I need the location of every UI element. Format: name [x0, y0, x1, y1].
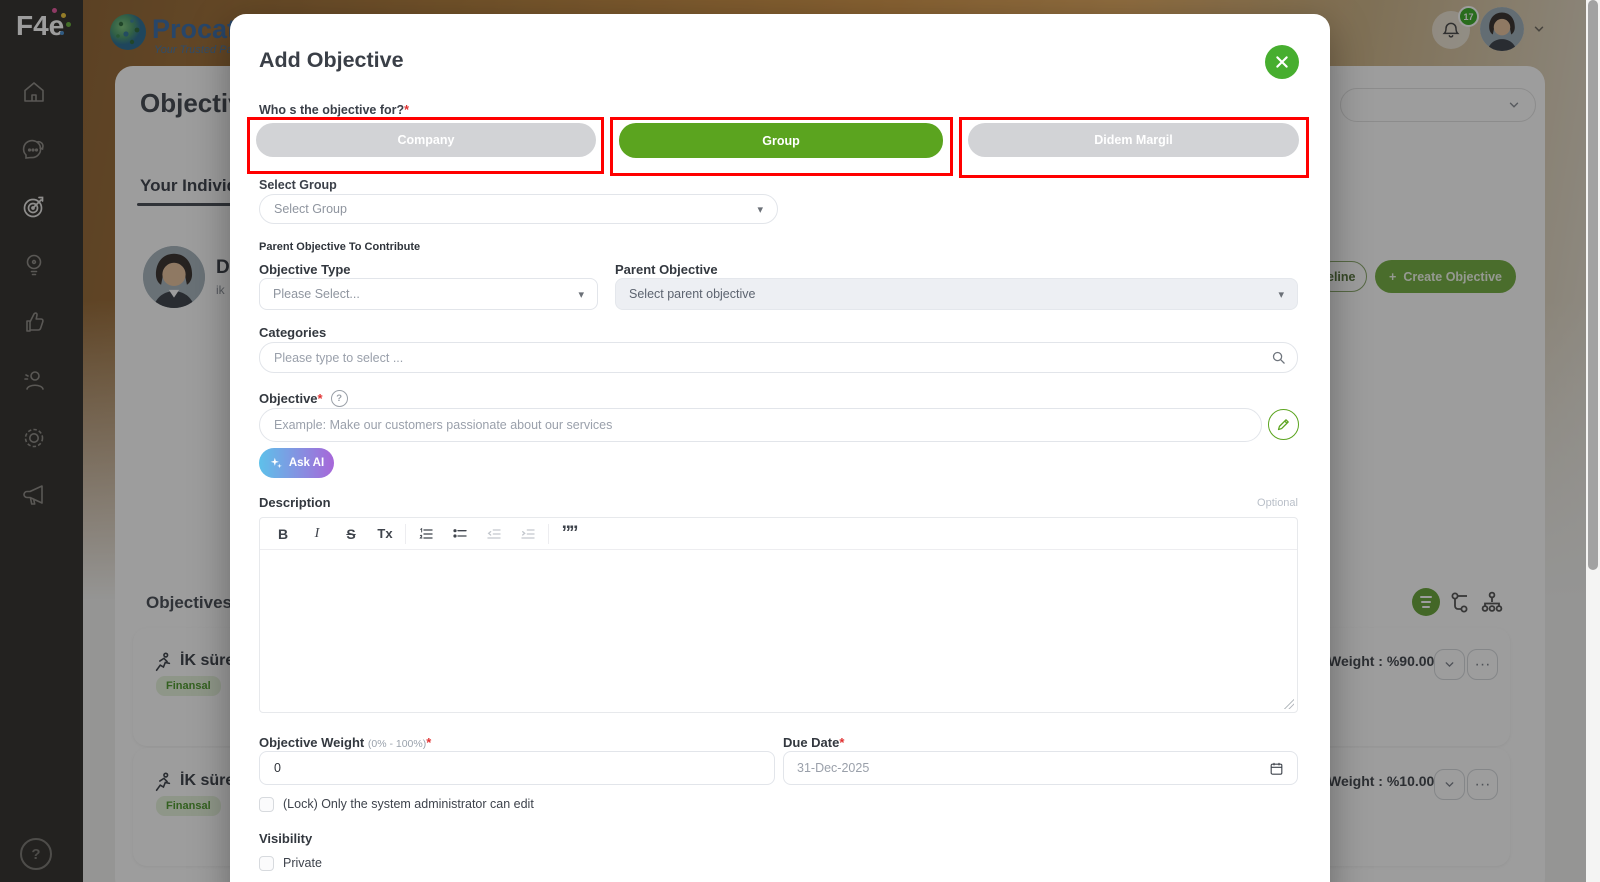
audience-group-button[interactable]: Group: [619, 123, 943, 158]
select-group-dropdown[interactable]: Select Group ▾: [259, 194, 778, 224]
pen-icon: [1276, 417, 1291, 432]
close-button[interactable]: [1265, 45, 1299, 79]
description-editor: B I S Tx: [259, 517, 1298, 713]
audience-label: Who s the objective for?*: [259, 103, 409, 117]
private-checkbox[interactable]: [259, 856, 274, 871]
clear-format-button[interactable]: Tx: [368, 518, 402, 549]
due-date-label: Due Date: [783, 735, 839, 750]
objective-type-label: Objective Type: [259, 262, 351, 277]
objective-label: Objective*: [259, 391, 323, 406]
page-scrollbar[interactable]: [1586, 0, 1600, 882]
italic-button[interactable]: I: [300, 518, 334, 549]
ordered-list-button[interactable]: [409, 518, 443, 549]
chevron-down-icon: ▾: [578, 288, 584, 301]
weight-label: Objective Weight: [259, 735, 364, 750]
visibility-label: Visibility: [259, 831, 312, 846]
modal-title: Add Objective: [259, 48, 404, 73]
scrollbar-thumb[interactable]: [1588, 0, 1598, 570]
required-asterisk: *: [426, 735, 431, 750]
indent-icon: [520, 526, 536, 542]
lock-checkbox[interactable]: [259, 797, 274, 812]
chevron-down-icon: ▾: [757, 203, 763, 216]
edit-objective-button[interactable]: [1268, 409, 1299, 440]
optional-badge: Optional: [1228, 497, 1298, 509]
objective-label-row: Objective* ?: [259, 390, 348, 407]
categories-field-wrap: [259, 342, 1298, 373]
audience-person-button[interactable]: Didem Margil: [968, 123, 1299, 157]
screen: Objectives Your Individu D ik eline + Cr…: [0, 0, 1600, 882]
close-icon: [1274, 54, 1290, 70]
ask-ai-button[interactable]: Ask AI: [259, 448, 334, 478]
toolbar-divider: [405, 524, 406, 544]
lock-checkbox-label: (Lock) Only the system administrator can…: [283, 797, 534, 811]
categories-label: Categories: [259, 325, 326, 340]
add-objective-modal: Add Objective Who s the objective for?* …: [230, 14, 1330, 882]
sparkle-icon: [269, 456, 283, 470]
select-group-placeholder: Select Group: [274, 202, 347, 216]
bold-button[interactable]: B: [266, 518, 300, 549]
editor-toolbar: B I S Tx: [260, 518, 1297, 550]
description-label: Description: [259, 495, 331, 510]
outdent-button[interactable]: [477, 518, 511, 549]
resize-handle[interactable]: [1284, 699, 1294, 709]
due-date-label-row: Due Date*: [783, 735, 844, 750]
weight-input[interactable]: [259, 751, 775, 785]
private-checkbox-label: Private: [283, 856, 322, 870]
indent-button[interactable]: [511, 518, 545, 549]
search-icon: [1271, 350, 1286, 365]
parent-objective-dropdown[interactable]: Select parent objective ▾: [615, 278, 1298, 310]
objective-type-placeholder: Please Select...: [273, 287, 360, 301]
parent-section-label: Parent Objective To Contribute: [259, 241, 420, 253]
calendar-icon: [1269, 761, 1284, 776]
bullet-list-button[interactable]: [443, 518, 477, 549]
description-textarea[interactable]: [260, 550, 1297, 713]
weight-range: (0% - 100%): [368, 738, 426, 750]
ask-ai-label: Ask AI: [289, 457, 324, 469]
parent-objective-placeholder: Select parent objective: [629, 287, 755, 301]
chevron-down-icon: ▾: [1278, 288, 1284, 301]
objective-help-icon[interactable]: ?: [331, 390, 348, 407]
audience-label-text: Who s the objective for?: [259, 103, 404, 117]
required-asterisk: *: [839, 735, 844, 750]
toolbar-divider: [548, 524, 549, 544]
objective-field-wrap: [259, 408, 1262, 442]
objective-type-dropdown[interactable]: Please Select... ▾: [259, 278, 598, 310]
ordered-list-icon: [418, 526, 434, 542]
strikethrough-button[interactable]: S: [334, 518, 368, 549]
objective-input[interactable]: [259, 408, 1262, 442]
weight-label-row: Objective Weight (0% - 100%)*: [259, 735, 431, 750]
bullet-list-icon: [452, 526, 468, 542]
due-date-value: 31-Dec-2025: [797, 761, 869, 775]
parent-objective-label: Parent Objective: [615, 262, 718, 277]
categories-input[interactable]: [259, 342, 1298, 373]
weight-field-wrap: [259, 751, 775, 785]
select-group-label: Select Group: [259, 178, 337, 192]
required-asterisk: *: [404, 103, 409, 117]
blockquote-button[interactable]: ””: [552, 518, 586, 549]
due-date-field[interactable]: 31-Dec-2025: [783, 751, 1298, 785]
audience-company-button[interactable]: Company: [256, 123, 596, 157]
outdent-icon: [486, 526, 502, 542]
